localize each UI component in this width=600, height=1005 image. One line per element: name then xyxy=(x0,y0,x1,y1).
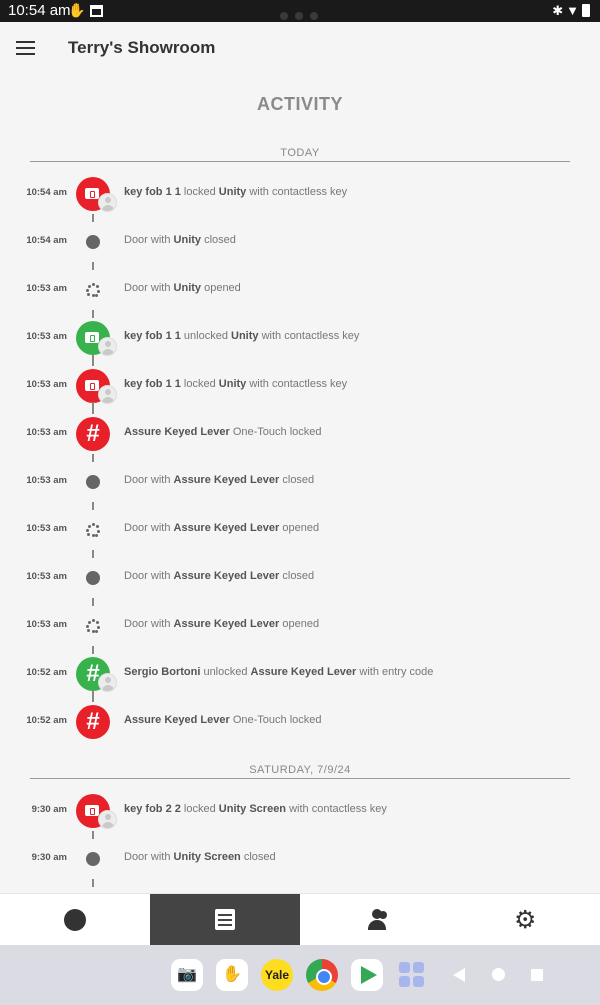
page-title: ACTIVITY xyxy=(256,94,343,114)
activity-row[interactable]: 10:53 am # Assure Keyed Lever One-Touch lo… xyxy=(0,410,600,458)
activity-description: Door with Assure Keyed Lever closed xyxy=(124,570,315,582)
keyfob-glyph xyxy=(85,805,99,816)
activity-description: Door with Assure Keyed Lever opened xyxy=(124,522,320,534)
home-icon[interactable] xyxy=(492,968,505,981)
activity-time: 10:53 am xyxy=(26,475,67,486)
activity-row[interactable]: 10:53 am Door with Assure Keyed Lever ope… xyxy=(0,506,600,554)
tab-guests[interactable] xyxy=(300,894,450,946)
activity-row[interactable]: 9:30 am Door with Unity Screen closed xyxy=(0,835,600,883)
activity-time: 10:53 am xyxy=(26,619,67,630)
red-keypad-icon: # xyxy=(76,417,110,451)
activity-row[interactable]: 9:30 am key fob 2 2 locked Unity Screen w… xyxy=(0,787,600,835)
wifi-icon: ▼ xyxy=(566,3,582,18)
door-opened-icon xyxy=(86,523,100,537)
activity-time: 10:53 am xyxy=(26,427,67,438)
activity-time: 9:30 am xyxy=(31,852,67,863)
guests-icon xyxy=(364,908,388,932)
activity-description: key fob 1 1 locked Unity with contactles… xyxy=(124,378,348,390)
app-header: Terry's Showroom xyxy=(0,22,600,74)
activity-description: key fob 2 2 locked Unity Screen with con… xyxy=(124,803,387,815)
activity-time: 10:53 am xyxy=(26,571,67,582)
activity-row[interactable]: 10:53 am Door with Assure Keyed Lever clo… xyxy=(0,458,600,506)
activity-row[interactable]: 10:53 am Door with Unity opened xyxy=(0,266,600,314)
calendar-icon xyxy=(90,5,103,17)
activity-row[interactable]: 10:52 am # Assure Keyed Lever One-Touch lo… xyxy=(0,698,600,746)
chrome-app-icon[interactable] xyxy=(306,959,338,991)
yale-app-icon[interactable]: Yale xyxy=(261,959,293,991)
bottom-nav: ⚙ xyxy=(0,893,600,946)
status-bar: 10:54 am ✋ ✱▼ xyxy=(0,0,600,22)
door-closed-icon xyxy=(86,571,100,585)
activity-description: key fob 1 1 locked Unity with contactles… xyxy=(124,186,348,198)
activity-description: Door with Assure Keyed Lever opened xyxy=(124,618,320,630)
app-drawer-icon[interactable] xyxy=(396,959,428,991)
status-icons: ✱▼ xyxy=(552,3,590,19)
gear-icon: ⚙ xyxy=(514,906,537,934)
door-opened-icon xyxy=(86,619,100,633)
activity-description: Sergio Bortoni unlocked Assure Keyed Lev… xyxy=(124,666,434,678)
bluetooth-icon: ✱ xyxy=(552,3,567,18)
lock-icon xyxy=(64,909,86,931)
activity-time: 9:30 am xyxy=(31,804,67,815)
tab-settings[interactable]: ⚙ xyxy=(450,894,600,946)
hand-icon: ✋ xyxy=(68,2,86,18)
activity-row[interactable]: 10:53 am Door with Assure Keyed Lever ope… xyxy=(0,602,600,650)
activity-time: 10:52 am xyxy=(26,715,67,726)
activity-description: Door with Assure Keyed Lever closed xyxy=(124,474,315,486)
activity-list-icon xyxy=(215,909,235,930)
tab-lock[interactable] xyxy=(0,894,150,946)
keypad-glyph: # xyxy=(86,708,100,735)
activity-time: 10:52 am xyxy=(26,667,67,678)
camera-app-icon[interactable]: 📷 xyxy=(171,959,203,991)
house-title: Terry's Showroom xyxy=(68,38,216,57)
activity-description: Door with Unity Screen closed xyxy=(124,851,276,863)
user-avatar-icon xyxy=(98,810,117,829)
door-closed-icon xyxy=(86,852,100,866)
tab-activity[interactable] xyxy=(150,894,300,946)
play-store-app-icon[interactable] xyxy=(351,959,383,991)
system-bar: 📷 ✋ Yale xyxy=(0,945,600,1005)
user-avatar-icon xyxy=(98,385,117,404)
user-avatar-icon xyxy=(98,337,117,356)
activity-time: 10:53 am xyxy=(26,283,67,294)
activity-row[interactable]: 10:52 am # Sergio Bortoni unlocked Assure … xyxy=(0,650,600,698)
keyfob-glyph xyxy=(85,380,99,391)
activity-description: Door with Unity opened xyxy=(124,282,241,294)
activity-time: 10:53 am xyxy=(26,331,67,342)
recents-icon[interactable] xyxy=(531,969,543,981)
door-closed-icon xyxy=(86,475,100,489)
activity-description: Assure Keyed Lever One-Touch locked xyxy=(124,426,322,438)
section-header: SATURDAY, 7/9/24 xyxy=(30,764,570,779)
timeline-connector xyxy=(92,879,94,887)
activity-row[interactable]: 10:53 am key fob 1 1 locked Unity with co… xyxy=(0,362,600,410)
activity-row[interactable]: 10:53 am key fob 1 1 unlocked Unity with … xyxy=(0,314,600,362)
activity-description: key fob 1 1 unlocked Unity with contactl… xyxy=(124,330,360,342)
hand-app-icon[interactable]: ✋ xyxy=(216,959,248,991)
section-header: TODAY xyxy=(30,147,570,162)
status-time: 10:54 am xyxy=(8,2,71,19)
keypad-glyph: # xyxy=(86,420,100,447)
battery-icon xyxy=(582,4,590,17)
door-closed-icon xyxy=(86,235,100,249)
activity-row[interactable]: 10:54 am key fob 1 1 locked Unity with co… xyxy=(0,170,600,218)
keyfob-glyph xyxy=(85,332,99,343)
activity-description: Door with Unity closed xyxy=(124,234,236,246)
user-avatar-icon xyxy=(98,673,117,692)
activity-row[interactable]: 10:53 am Door with Assure Keyed Lever clo… xyxy=(0,554,600,602)
activity-description: Assure Keyed Lever One-Touch locked xyxy=(124,714,322,726)
back-icon[interactable] xyxy=(453,968,465,982)
activity-time: 10:53 am xyxy=(26,523,67,534)
keyfob-glyph xyxy=(85,188,99,199)
door-opened-icon xyxy=(86,283,100,297)
activity-time: 10:53 am xyxy=(26,379,67,390)
user-avatar-icon xyxy=(98,193,117,212)
activity-time: 10:54 am xyxy=(26,187,67,198)
red-keypad-icon: # xyxy=(76,705,110,739)
activity-row[interactable]: 10:54 am Door with Unity closed xyxy=(0,218,600,266)
activity-time: 10:54 am xyxy=(26,235,67,246)
menu-icon[interactable] xyxy=(16,40,36,56)
